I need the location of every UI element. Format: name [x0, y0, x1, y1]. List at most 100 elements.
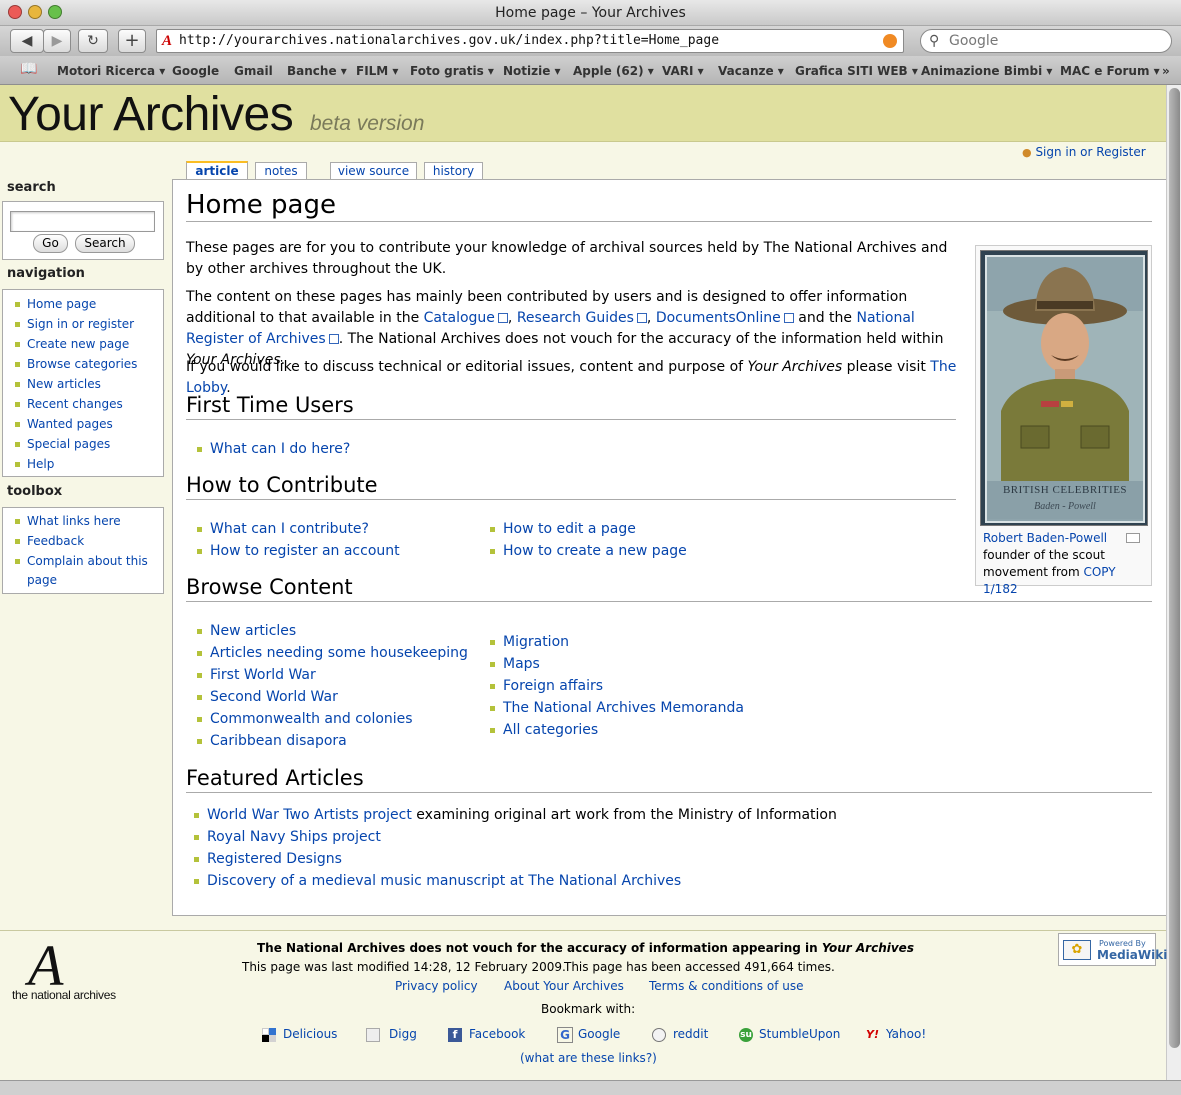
bullet: [15, 302, 20, 307]
delicious-link[interactable]: Delicious: [283, 1027, 337, 1041]
sidebar-item-create-page[interactable]: Create new page: [27, 337, 129, 351]
bookmark-item[interactable]: VARI ▾: [662, 64, 704, 78]
bookmark-item[interactable]: Grafica SITI WEB ▾: [795, 64, 918, 78]
toolbox-item-complain-cont[interactable]: page: [27, 573, 57, 587]
tab-view-source[interactable]: view source: [330, 162, 417, 180]
sidebar-item-special-pages[interactable]: Special pages: [27, 437, 110, 451]
browse-link[interactable]: All categories: [503, 722, 598, 738]
research-guides-link[interactable]: Research Guides: [517, 310, 634, 326]
browse-link[interactable]: New articles: [210, 623, 296, 639]
signin-link[interactable]: Sign in or Register: [1035, 145, 1145, 159]
bullet: [194, 813, 199, 818]
toolbox-item-complain[interactable]: Complain about this: [27, 554, 148, 568]
what-are-these-links[interactable]: (what are these links?): [520, 1051, 657, 1065]
reddit-link[interactable]: reddit: [673, 1027, 708, 1041]
rss-icon[interactable]: [883, 34, 897, 48]
add-bookmark-button[interactable]: +: [118, 29, 146, 53]
create-page-link[interactable]: How to create a new page: [503, 543, 687, 559]
bookmark-item[interactable]: Apple (62) ▾: [573, 64, 654, 78]
bullet: [490, 527, 495, 532]
go-button[interactable]: Go: [33, 234, 68, 253]
reload-button[interactable]: ↻: [78, 29, 108, 53]
search-engine-field[interactable]: ⚲ Google: [920, 29, 1172, 53]
catalogue-link[interactable]: Catalogue: [424, 310, 495, 326]
bookmark-item[interactable]: MAC e Forum ▾: [1060, 64, 1160, 78]
yahoo-link[interactable]: Yahoo!: [886, 1027, 926, 1041]
bookmark-item[interactable]: Animazione Bimbi ▾: [921, 64, 1052, 78]
portrait-thumbnail: BRITISH CELEBRITIES Baden - Powell Rober…: [975, 245, 1152, 596]
how-to-contribute-heading: How to Contribute: [186, 473, 378, 497]
what-can-i-do-link[interactable]: What can I do here?: [210, 441, 350, 457]
what-can-i-contribute-link[interactable]: What can I contribute?: [210, 521, 369, 537]
forward-button[interactable]: ▶: [43, 29, 71, 53]
sidebar-item-new-articles[interactable]: New articles: [27, 377, 101, 391]
sidebar-item-sign-in[interactable]: Sign in or register: [27, 317, 134, 331]
site-title[interactable]: Your Archives: [8, 87, 294, 142]
sidebar-search-input[interactable]: [10, 211, 155, 232]
signin-link-group[interactable]: ● Sign in or Register: [1022, 145, 1146, 159]
bookmark-item[interactable]: Vacanze ▾: [718, 64, 784, 78]
search-button[interactable]: Search: [75, 234, 135, 253]
about-link[interactable]: About Your Archives: [504, 979, 624, 993]
vertical-scrollbar[interactable]: [1166, 85, 1181, 1080]
national-archives-logo[interactable]: A the national archives: [10, 933, 135, 1004]
register-account-link[interactable]: How to register an account: [210, 543, 400, 559]
plus-icon: +: [124, 30, 140, 51]
baden-powell-link[interactable]: Robert Baden-Powell: [983, 531, 1107, 545]
overflow-chevron-icon[interactable]: »: [1162, 64, 1170, 78]
browse-link[interactable]: First World War: [210, 667, 316, 683]
window-title: Home page – Your Archives: [495, 5, 686, 21]
section-divider: [186, 601, 1152, 602]
browse-link[interactable]: Caribbean disapora: [210, 733, 347, 749]
facebook-link[interactable]: Facebook: [469, 1027, 525, 1041]
address-bar[interactable]: A http://yourarchives.nationalarchives.g…: [156, 29, 904, 53]
featured-link[interactable]: Registered Designs: [207, 851, 342, 867]
bookmark-item[interactable]: Foto gratis ▾: [410, 64, 494, 78]
bookmark-item[interactable]: FILM ▾: [356, 64, 398, 78]
browse-link[interactable]: Foreign affairs: [503, 678, 603, 694]
enlarge-icon[interactable]: [1126, 533, 1140, 543]
sidebar-item-home-page[interactable]: Home page: [27, 297, 96, 311]
browse-link[interactable]: Articles needing some housekeeping: [210, 645, 468, 661]
bookmark-item[interactable]: Notizie ▾: [503, 64, 561, 78]
google-link[interactable]: Google: [578, 1027, 620, 1041]
tab-notes[interactable]: notes: [255, 162, 307, 180]
browse-link[interactable]: Maps: [503, 656, 540, 672]
baden-powell-portrait-image[interactable]: BRITISH CELEBRITIES Baden - Powell: [980, 250, 1148, 526]
toolbox-item-what-links-here[interactable]: What links here: [27, 514, 121, 528]
sidebar-item-wanted-pages[interactable]: Wanted pages: [27, 417, 113, 431]
browse-link[interactable]: Commonwealth and colonies: [210, 711, 413, 727]
bookmark-item[interactable]: Banche ▾: [287, 64, 347, 78]
back-button[interactable]: ◀: [10, 29, 44, 53]
digg-link[interactable]: Digg: [389, 1027, 417, 1041]
toolbox-item-feedback[interactable]: Feedback: [27, 534, 84, 548]
scrollbar-thumb[interactable]: [1169, 88, 1180, 1048]
tab-history[interactable]: history: [424, 162, 483, 180]
edit-page-link[interactable]: How to edit a page: [503, 521, 636, 537]
logo-wordmark: the national archives: [12, 988, 116, 1002]
bookmark-item[interactable]: Motori Ricerca ▾: [57, 64, 165, 78]
sidebar-item-recent-changes[interactable]: Recent changes: [27, 397, 123, 411]
featured-link[interactable]: World War Two Artists project: [207, 807, 412, 823]
tab-article[interactable]: article: [186, 161, 248, 180]
site-header: Your Archives beta version: [0, 85, 1166, 142]
browse-link[interactable]: Second World War: [210, 689, 338, 705]
featured-link[interactable]: Royal Navy Ships project: [207, 829, 381, 845]
terms-link[interactable]: Terms & conditions of use: [649, 979, 804, 993]
privacy-policy-link[interactable]: Privacy policy: [395, 979, 478, 993]
bookmark-item[interactable]: Gmail: [234, 64, 273, 78]
mediawiki-badge[interactable]: ✿ Powered By MediaWiki: [1058, 933, 1167, 966]
url-text: http://yourarchives.nationalarchives.gov…: [179, 33, 720, 48]
intro2-end: . The National Archives does not vouch f…: [338, 331, 944, 347]
open-book-icon[interactable]: 📖: [20, 61, 37, 77]
sidebar-item-help[interactable]: Help: [27, 457, 54, 471]
search-portal: Go Search: [2, 201, 164, 260]
featured-link[interactable]: Discovery of a medieval music manuscript…: [207, 873, 681, 889]
stumbleupon-link[interactable]: StumbleUpon: [759, 1027, 840, 1041]
sidebar-item-browse-categories[interactable]: Browse categories: [27, 357, 137, 371]
bookmark-item[interactable]: Google: [172, 64, 219, 78]
browse-link[interactable]: The National Archives Memoranda: [503, 700, 744, 716]
documentsonline-link[interactable]: DocumentsOnline: [656, 310, 781, 326]
browse-link[interactable]: Migration: [503, 634, 569, 650]
intro2-and: and the: [798, 310, 853, 326]
